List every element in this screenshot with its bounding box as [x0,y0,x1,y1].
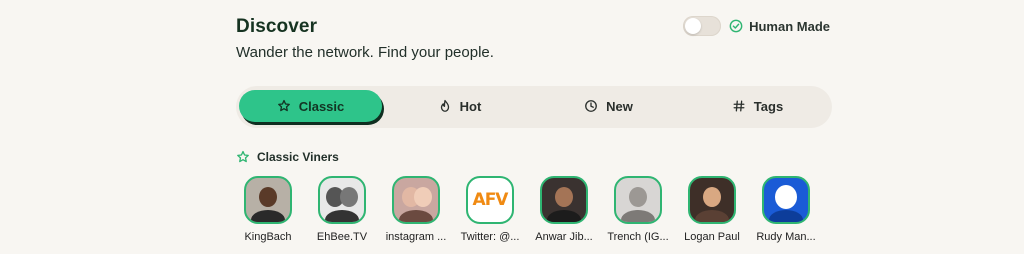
avatar [762,176,810,224]
tab-hot[interactable]: Hot [388,90,531,122]
page-title: Discover [236,16,318,37]
viners-list: KingBach EhBee.TV instagram ... AFV Twit… [236,176,836,254]
tab-label: New [606,98,633,114]
avatar [614,176,662,224]
viner-card[interactable]: EhBee.TV [305,176,379,243]
tab-new[interactable]: New [537,90,680,122]
avatar [244,176,292,224]
viner-card[interactable]: instagram ... [379,176,453,243]
star-outline-icon [237,150,249,163]
viner-name: Twitter: @... [460,231,520,243]
viner-card[interactable]: Logan Paul [675,176,749,243]
toggle-knob [685,18,702,34]
avatar [392,176,440,224]
star-icon [277,99,290,112]
viner-name: EhBee.TV [316,231,368,243]
page-subtitle: Wander the network. Find your people. [236,44,494,61]
avatar [318,176,366,224]
viner-name: Anwar Jib... [535,231,593,243]
human-made-filter: Human Made [683,14,830,38]
viner-name: KingBach [244,231,292,243]
avatar: AFV [466,176,514,224]
clock-icon [585,100,598,112]
flame-icon [440,99,449,112]
tab-label: Hot [459,98,482,114]
hash-icon [733,100,745,112]
discover-tabs: Classic Hot New Tags [236,86,832,128]
tab-label: Classic [298,98,345,114]
avatar [540,176,588,224]
avatar [688,176,736,224]
viner-card[interactable]: KingBach [231,176,305,243]
section-header: Classic Viners [236,150,339,164]
tab-label: Tags [753,98,784,114]
human-made-label: Human Made [749,18,830,34]
human-made-toggle[interactable] [683,16,722,36]
viner-card[interactable]: Anwar Jib... [527,176,601,243]
tab-tags[interactable]: Tags [686,90,829,122]
viner-card[interactable]: Rudy Man... [749,176,823,243]
viner-card[interactable]: Trench (IG... [601,176,675,243]
viner-card[interactable]: AFV Twitter: @... [453,176,527,243]
check-circle-icon [729,19,743,33]
viner-name: Trench (IG... [607,231,669,243]
discover-panel: Discover Wander the network. Find your p… [236,0,832,254]
viner-name: instagram ... [385,231,447,243]
viner-name: Rudy Man... [756,231,816,243]
section-title: Classic Viners [257,150,339,164]
tab-classic[interactable]: Classic [239,90,382,122]
viner-name: Logan Paul [684,231,740,243]
